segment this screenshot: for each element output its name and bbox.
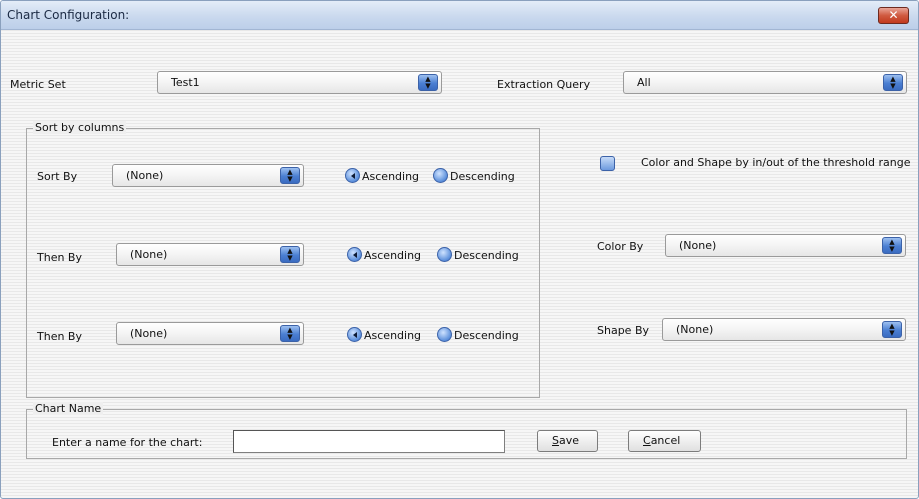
cancel-mnemonic: C xyxy=(643,434,651,447)
updown-arrows-icon: ▲ ▼ xyxy=(280,325,300,342)
then-by-1-descending-label: Descending xyxy=(454,249,519,262)
then-by-2-value: (None) xyxy=(130,327,168,340)
then-by-1-value: (None) xyxy=(130,248,168,261)
metric-set-select[interactable]: Test1 ▲ ▼ xyxy=(157,71,442,94)
metric-set-value: Test1 xyxy=(171,76,200,89)
color-by-value: (None) xyxy=(679,239,717,252)
extraction-query-label: Extraction Query xyxy=(497,78,591,91)
shape-by-label: Shape By xyxy=(597,324,649,337)
shape-by-select[interactable]: (None) ▲ ▼ xyxy=(662,318,906,341)
then-by-2-ascending-label: Ascending xyxy=(364,329,422,342)
chart-configuration-dialog: Chart Configuration: ✕ Metric Set Test1 … xyxy=(0,0,919,499)
color-by-select[interactable]: (None) ▲ ▼ xyxy=(665,234,906,257)
chart-name-input[interactable] xyxy=(233,430,505,453)
then-by-1-ascending-label: Ascending xyxy=(364,249,422,262)
save-label-rest: ave xyxy=(558,434,580,447)
threshold-label: Color and Shape by in/out of the thresho… xyxy=(641,156,911,169)
extraction-query-value: All xyxy=(637,76,651,89)
color-by-label: Color By xyxy=(597,240,644,253)
sort-by-descending-radio[interactable] xyxy=(433,168,448,183)
updown-arrows-icon: ▲ ▼ xyxy=(280,167,300,184)
chart-name-prompt: Enter a name for the chart: xyxy=(52,436,203,449)
cancel-label-rest: ancel xyxy=(650,434,681,447)
close-icon: ✕ xyxy=(888,8,899,22)
sort-by-descending-label: Descending xyxy=(450,170,515,183)
updown-arrows-icon: ▲ ▼ xyxy=(418,74,438,91)
then-by-1-label: Then By xyxy=(37,251,82,264)
shape-by-value: (None) xyxy=(676,323,714,336)
updown-arrows-icon: ▲ ▼ xyxy=(883,74,903,91)
then-by-2-select[interactable]: (None) ▲ ▼ xyxy=(116,322,304,345)
window-title: Chart Configuration: xyxy=(7,8,130,22)
cancel-button[interactable]: Cancel xyxy=(628,430,701,452)
sort-by-select[interactable]: (None) ▲ ▼ xyxy=(112,164,304,187)
sort-group-legend: Sort by columns xyxy=(33,121,127,134)
close-button[interactable]: ✕ xyxy=(878,7,909,24)
chart-name-legend: Chart Name xyxy=(33,402,104,415)
updown-arrows-icon: ▲ ▼ xyxy=(882,237,902,254)
extraction-query-select[interactable]: All ▲ ▼ xyxy=(623,71,907,94)
then-by-2-ascending-radio[interactable] xyxy=(347,327,362,342)
threshold-checkbox[interactable] xyxy=(600,156,615,171)
then-by-1-descending-radio[interactable] xyxy=(437,247,452,262)
then-by-2-descending-label: Descending xyxy=(454,329,519,342)
metric-set-label: Metric Set xyxy=(10,78,66,91)
sort-by-ascending-label: Ascending xyxy=(362,170,420,183)
title-bar: Chart Configuration: ✕ xyxy=(1,1,918,30)
then-by-2-descending-radio[interactable] xyxy=(437,327,452,342)
save-mnemonic: S xyxy=(552,434,559,447)
updown-arrows-icon: ▲ ▼ xyxy=(280,246,300,263)
sort-by-value: (None) xyxy=(126,169,164,182)
save-button[interactable]: Save xyxy=(537,430,598,452)
sort-by-label: Sort By xyxy=(37,170,78,183)
then-by-2-label: Then By xyxy=(37,330,82,343)
updown-arrows-icon: ▲ ▼ xyxy=(882,321,902,338)
then-by-1-ascending-radio[interactable] xyxy=(347,247,362,262)
then-by-1-select[interactable]: (None) ▲ ▼ xyxy=(116,243,304,266)
sort-by-ascending-radio[interactable] xyxy=(345,168,360,183)
